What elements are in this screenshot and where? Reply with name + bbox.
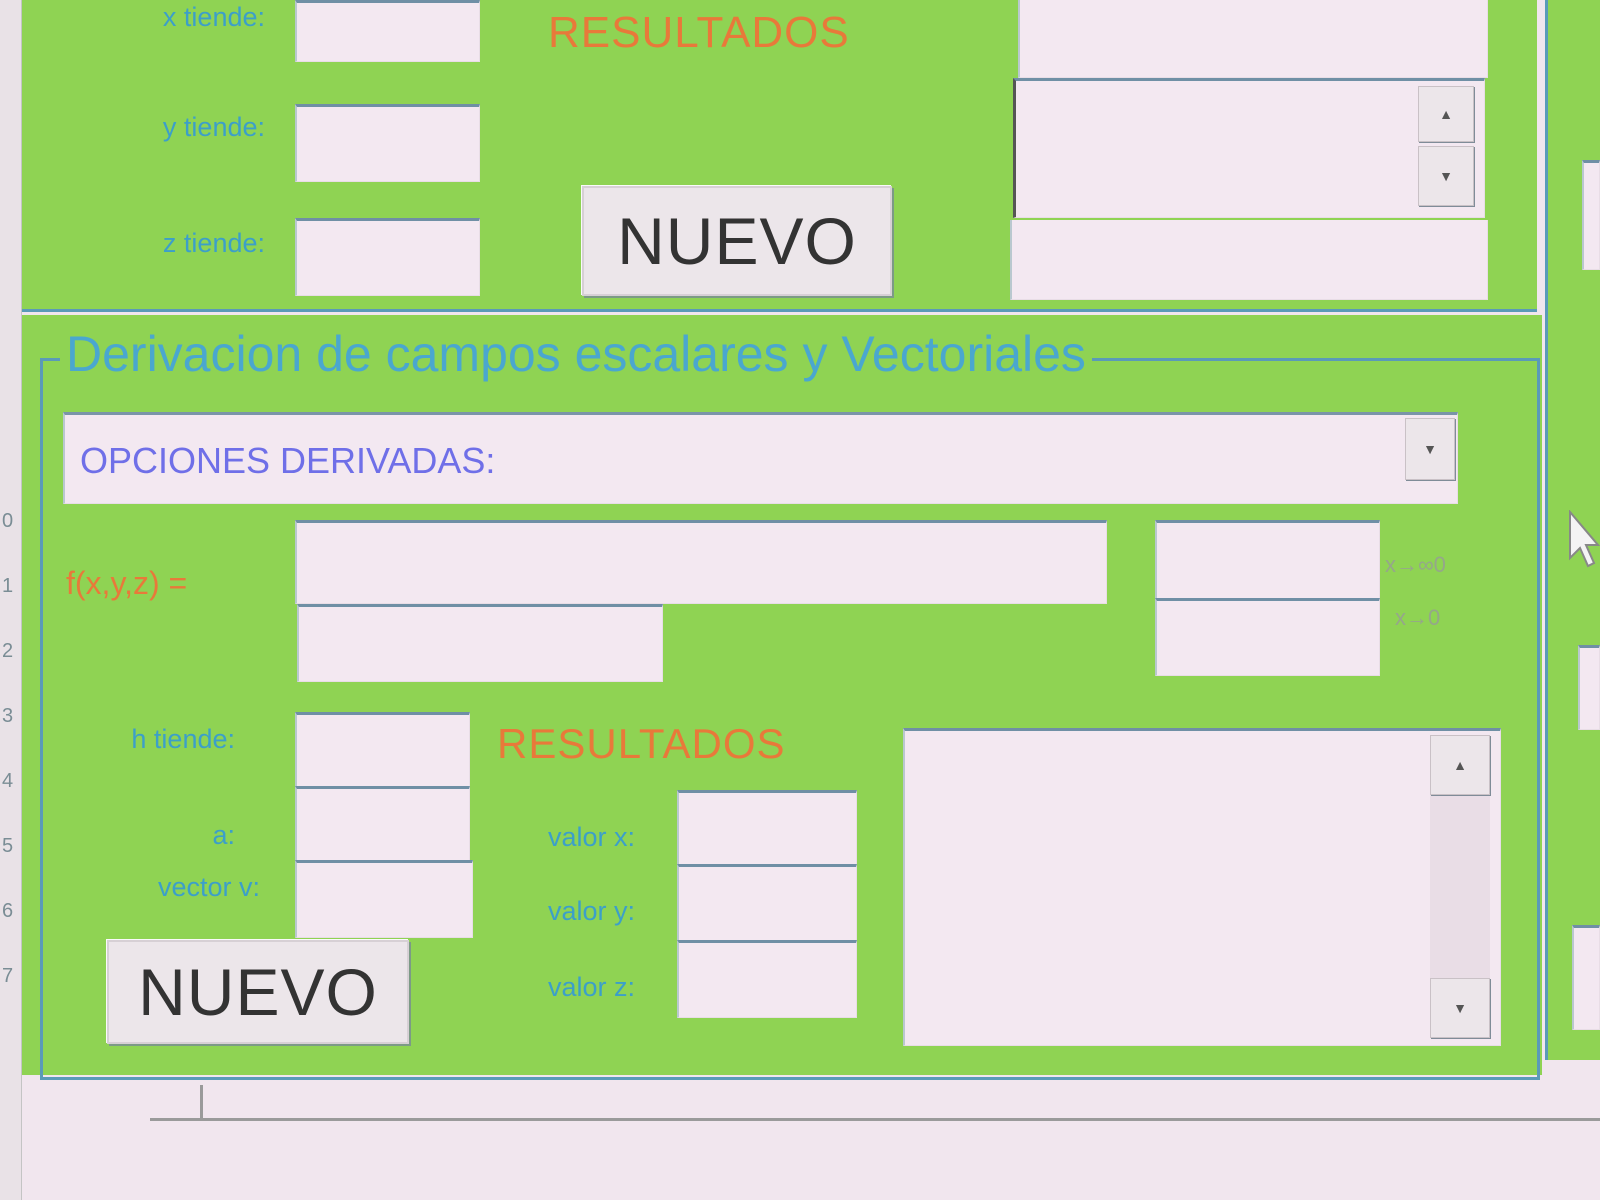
z-tends-label: z tiende: [162, 228, 265, 258]
function-input[interactable] [295, 520, 1107, 604]
vector-v-label: vector v: [157, 872, 260, 902]
vector-v-input[interactable] [295, 860, 473, 938]
limits-scroll-down-button[interactable]: ▼ [1418, 146, 1474, 206]
mouse-cursor-icon [1568, 509, 1600, 570]
value-z-label: valor z: [547, 972, 635, 1002]
a-input[interactable] [295, 786, 470, 864]
limits-result-top [1018, 0, 1488, 78]
limits-result-bottom [1010, 220, 1488, 300]
limits-new-button[interactable]: NUEVO [582, 186, 892, 296]
limit-zero-label: x→0 [1395, 605, 1441, 630]
limits-results-title: RESULTADOS [548, 8, 850, 57]
bottom-tick [200, 1085, 203, 1120]
derivation-results-textarea[interactable] [903, 728, 1501, 1046]
z-tends-input[interactable] [295, 218, 480, 296]
ruler-number: 4 [2, 770, 14, 792]
limits-results-textarea[interactable] [1013, 78, 1485, 218]
h-tends-label: h tiende: [131, 724, 235, 754]
value-y-label: valor y: [547, 896, 635, 926]
derivation-scroll-up-button[interactable]: ▲ [1430, 735, 1490, 795]
x-tends-input[interactable] [295, 0, 480, 62]
left-ruler [0, 0, 22, 1200]
ruler-number: 0 [2, 510, 14, 532]
ruler-number: 6 [2, 900, 14, 922]
ruler-number: 1 [2, 575, 14, 597]
bottom-divider [150, 1118, 1600, 1121]
ruler-number: 2 [2, 640, 14, 662]
function-label: f(x,y,z) = [66, 565, 188, 601]
y-tends-label: y tiende: [162, 112, 265, 142]
a-label: a: [212, 820, 235, 850]
y-tends-input[interactable] [295, 104, 480, 182]
derivation-options-text: OPCIONES DERIVADAS: [80, 440, 496, 481]
ruler-number: 5 [2, 835, 14, 857]
derivation-legend: Derivacion de campos escalares y Vectori… [60, 325, 1092, 383]
value-x-label: valor x: [547, 822, 635, 852]
x-tends-label: x tiende: [162, 2, 265, 32]
value-y-input[interactable] [677, 864, 857, 944]
right-side-field-1[interactable] [1582, 160, 1600, 270]
derivation-scroll-down-button[interactable]: ▼ [1430, 978, 1490, 1038]
function-input-secondary[interactable] [297, 604, 663, 682]
limit-to-infinity-input[interactable] [1155, 520, 1380, 604]
ruler-number: 3 [2, 705, 14, 727]
limit-to-zero-input[interactable] [1155, 598, 1380, 676]
derivation-new-button[interactable]: NUEVO [107, 940, 409, 1044]
ruler-number: 7 [2, 965, 14, 987]
right-side-field-2[interactable] [1578, 645, 1600, 730]
h-tends-input[interactable] [295, 712, 470, 790]
chevron-down-icon[interactable]: ▼ [1405, 418, 1455, 480]
limit-infinity-label: x→∞0 [1385, 552, 1446, 577]
right-side-field-3[interactable] [1572, 925, 1600, 1030]
derivation-results-title: RESULTADOS [497, 720, 786, 767]
derivation-scrollbar-track[interactable] [1430, 760, 1490, 1010]
value-z-input[interactable] [677, 940, 857, 1018]
limits-scroll-up-button[interactable]: ▲ [1418, 86, 1474, 142]
value-x-input[interactable] [677, 790, 857, 870]
